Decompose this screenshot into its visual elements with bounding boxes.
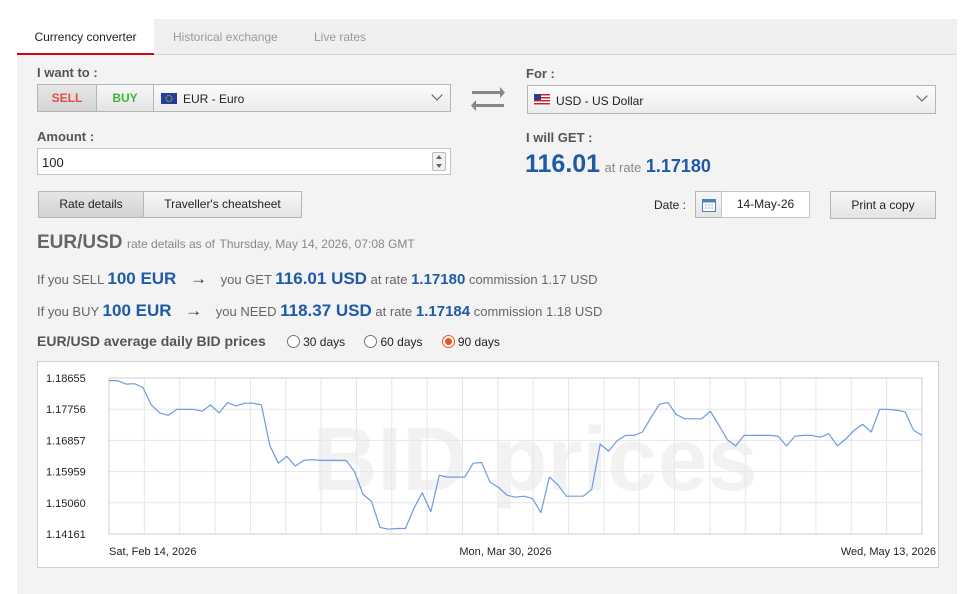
buy-rate: 1.17184 [415,303,471,320]
buy-commission: 1.18 USD [546,304,603,319]
buy-prefix: If you BUY [37,304,99,319]
cheatsheet-button[interactable]: Traveller's cheatsheet [143,191,302,218]
get-result: 116.01 at rate 1.17180 [525,150,711,179]
swap-icon[interactable] [470,85,506,113]
x-tick-label: Mon, Mar 30, 2026 [459,546,551,558]
bid-price-chart: BID prices 1.18655 1.17756 1.16857 1.15959 1.… [37,361,939,568]
sell-commission-label: commission [468,272,538,287]
as-of-label: rate details as of [126,237,216,251]
radio-30-label: 30 days [303,335,346,349]
buy-button[interactable]: BUY [96,84,154,112]
sell-at-rate-label: at rate [370,272,408,287]
amount-label: Amount : [37,129,95,144]
sell-amount: 100 EUR [107,269,177,288]
chart-canvas: BID prices 1.18655 1.17756 1.16857 1.15959 1.… [46,373,936,558]
radio-90-days[interactable]: 90 days [441,335,500,349]
amount-value: 100 [42,155,64,170]
rate-details-button[interactable]: Rate details [38,191,144,218]
date-input[interactable]: 14-May-26 [721,191,810,218]
sell-result: 116.01 USD [275,269,367,288]
get-at-rate-label: at rate [604,160,642,175]
from-currency-select[interactable]: EUR - Euro [153,84,451,112]
tab-live-rates[interactable]: Live rates [314,19,366,55]
chart-watermark: BID prices [312,410,757,510]
avg-prices-row: EUR/USD average daily BID prices 30 days… [37,333,500,349]
details-header: EUR/USD rate details as of Thursday, May… [37,232,415,254]
sell-commission: 1.17 USD [541,272,598,287]
sell-details-row: If you SELL 100 EUR → you GET 116.01 USD… [37,269,598,289]
sell-prefix: If you SELL [37,272,104,287]
want-label: I want to : [37,65,98,80]
tab-currency-converter[interactable]: Currency converter [17,19,154,55]
radio-60-days[interactable]: 60 days [364,335,423,349]
get-rate: 1.17180 [645,156,711,176]
get-amount: 116.01 [525,150,601,178]
radio-90-label: 90 days [457,335,500,349]
buy-you-label: you NEED [215,304,277,319]
x-tick-label: Sat, Feb 14, 2026 [109,546,196,558]
print-button[interactable]: Print a copy [830,191,936,219]
for-label: For : [526,66,555,81]
converter-panel: Currency converter Historical exchange L… [17,19,957,594]
radio-icon[interactable] [287,335,301,348]
calendar-icon [702,199,716,212]
date-label: Date : [654,198,687,212]
avg-prices-title: EUR/USD average daily BID prices [37,333,266,349]
amount-input[interactable]: 100 [37,148,451,175]
y-tick-label: 1.14161 [46,529,86,541]
buy-label: BUY [112,91,138,105]
buy-details-row: If you BUY 100 EUR → you NEED 118.37 USD… [37,301,602,321]
amount-stepper[interactable] [432,152,446,171]
radio-60-label: 60 days [380,335,423,349]
to-currency-value: USD - US Dollar [556,94,644,108]
x-tick-label: Wed, May 13, 2026 [841,546,936,558]
from-currency-value: EUR - Euro [183,92,245,106]
arrow-right-icon: → [189,269,207,288]
arrow-right-icon: → [185,301,203,320]
pair-title: EUR/USD [37,232,123,253]
stepper-up-icon[interactable] [436,155,442,159]
y-tick-label: 1.15060 [46,498,86,510]
get-label: I will GET : [526,130,593,145]
radio-selected-icon[interactable] [441,335,455,348]
tab-historical-exchange[interactable]: Historical exchange [173,19,278,55]
eu-flag-icon [161,93,177,104]
sell-button[interactable]: SELL [37,84,97,112]
buy-commission-label: commission [473,304,543,319]
y-tick-label: 1.17756 [46,404,86,416]
chevron-down-icon [431,89,443,101]
sell-you-label: you GET [220,272,272,287]
sell-label: SELL [51,91,83,105]
y-tick-label: 1.15959 [46,467,86,479]
y-tick-label: 1.18655 [46,373,86,385]
us-flag-icon [534,94,550,105]
calendar-button[interactable] [695,191,722,218]
as-of-timestamp: Thursday, May 14, 2026, 07:08 GMT [219,237,415,251]
chevron-down-icon [916,90,928,102]
buy-amount: 100 EUR [102,301,172,320]
radio-icon[interactable] [364,335,378,348]
to-currency-select[interactable]: USD - US Dollar [527,85,936,114]
y-tick-label: 1.16857 [46,435,86,447]
radio-30-days[interactable]: 30 days [287,335,345,349]
sell-rate: 1.17180 [411,271,466,288]
buy-at-rate-label: at rate [375,304,413,319]
tab-bar: Currency converter Historical exchange L… [17,19,957,55]
buy-result: 118.37 USD [280,301,372,320]
stepper-down-icon[interactable] [436,164,442,168]
